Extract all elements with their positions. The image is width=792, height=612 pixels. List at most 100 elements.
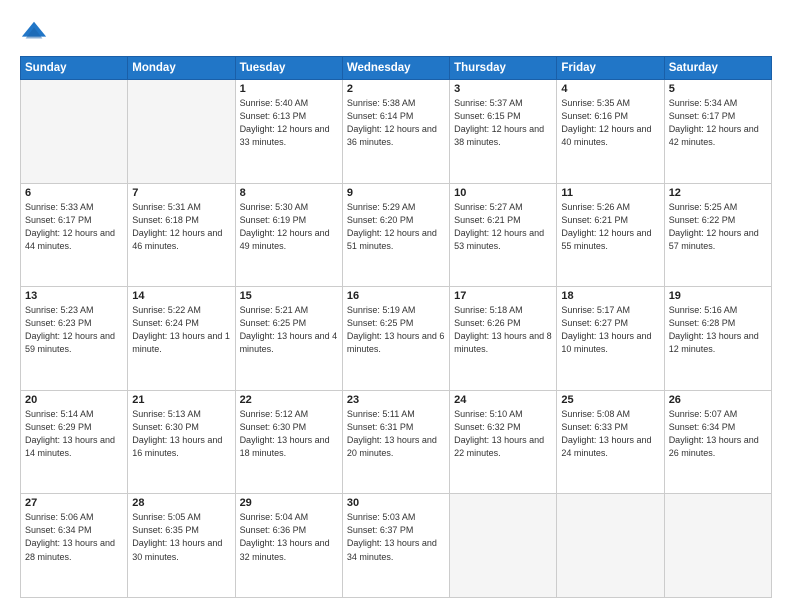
week-row-5: 27 Sunrise: 5:06 AM Sunset: 6:34 PM Dayli… xyxy=(21,494,772,598)
calendar-cell: 28 Sunrise: 5:05 AM Sunset: 6:35 PM Dayli… xyxy=(128,494,235,598)
weekday-header-row: SundayMondayTuesdayWednesdayThursdayFrid… xyxy=(21,57,772,80)
day-number: 10 xyxy=(454,187,552,199)
day-info: Sunrise: 5:31 AM Sunset: 6:18 PM Dayligh… xyxy=(132,201,230,253)
day-info: Sunrise: 5:26 AM Sunset: 6:21 PM Dayligh… xyxy=(561,201,659,253)
day-number: 13 xyxy=(25,290,123,302)
calendar-cell xyxy=(21,80,128,184)
calendar-cell xyxy=(450,494,557,598)
day-number: 27 xyxy=(25,497,123,509)
day-number: 6 xyxy=(25,187,123,199)
day-number: 7 xyxy=(132,187,230,199)
weekday-header-saturday: Saturday xyxy=(664,57,771,80)
weekday-header-thursday: Thursday xyxy=(450,57,557,80)
day-number: 17 xyxy=(454,290,552,302)
day-info: Sunrise: 5:38 AM Sunset: 6:14 PM Dayligh… xyxy=(347,97,445,149)
calendar-cell: 14Sunrise: 5:22 AM Sunset: 6:24 PM Dayli… xyxy=(128,287,235,391)
calendar-cell: 25 Sunrise: 5:08 AM Sunset: 6:33 PM Dayli… xyxy=(557,390,664,494)
day-number: 24 xyxy=(454,394,552,406)
calendar-cell xyxy=(128,80,235,184)
day-number: 19 xyxy=(669,290,767,302)
calendar-cell: 2 Sunrise: 5:38 AM Sunset: 6:14 PM Daylig… xyxy=(342,80,449,184)
calendar-cell: 7 Sunrise: 5:31 AM Sunset: 6:18 PM Daylig… xyxy=(128,183,235,287)
calendar-cell: 21 Sunrise: 5:13 AM Sunset: 6:30 PM Dayli… xyxy=(128,390,235,494)
day-info: Sunrise: 5:04 AM Sunset: 6:36 PM Dayligh… xyxy=(240,511,338,563)
calendar-cell: 16 Sunrise: 5:19 AM Sunset: 6:25 PM Dayli… xyxy=(342,287,449,391)
logo xyxy=(20,18,52,46)
weekday-header-monday: Monday xyxy=(128,57,235,80)
calendar-cell: 6 Sunrise: 5:33 AM Sunset: 6:17 PM Daylig… xyxy=(21,183,128,287)
day-info: Sunrise: 5:40 AM Sunset: 6:13 PM Dayligh… xyxy=(240,97,338,149)
calendar-cell: 5Sunrise: 5:34 AM Sunset: 6:17 PM Daylig… xyxy=(664,80,771,184)
week-row-1: 1 Sunrise: 5:40 AM Sunset: 6:13 PM Daylig… xyxy=(21,80,772,184)
day-info: Sunrise: 5:06 AM Sunset: 6:34 PM Dayligh… xyxy=(25,511,123,563)
calendar-cell: 19 Sunrise: 5:16 AM Sunset: 6:28 PM Dayli… xyxy=(664,287,771,391)
day-info: Sunrise: 5:25 AM Sunset: 6:22 PM Dayligh… xyxy=(669,201,767,253)
day-number: 1 xyxy=(240,83,338,95)
day-info: Sunrise: 5:10 AM Sunset: 6:32 PM Dayligh… xyxy=(454,408,552,460)
calendar-cell: 11Sunrise: 5:26 AM Sunset: 6:21 PM Dayli… xyxy=(557,183,664,287)
weekday-header-sunday: Sunday xyxy=(21,57,128,80)
calendar-cell: 4 Sunrise: 5:35 AM Sunset: 6:16 PM Daylig… xyxy=(557,80,664,184)
weekday-header-wednesday: Wednesday xyxy=(342,57,449,80)
page: SundayMondayTuesdayWednesdayThursdayFrid… xyxy=(0,0,792,612)
day-info: Sunrise: 5:14 AM Sunset: 6:29 PM Dayligh… xyxy=(25,408,123,460)
calendar-cell: 22Sunrise: 5:12 AM Sunset: 6:30 PM Dayli… xyxy=(235,390,342,494)
day-info: Sunrise: 5:13 AM Sunset: 6:30 PM Dayligh… xyxy=(132,408,230,460)
weekday-header-friday: Friday xyxy=(557,57,664,80)
day-number: 22 xyxy=(240,394,338,406)
calendar-cell: 20Sunrise: 5:14 AM Sunset: 6:29 PM Dayli… xyxy=(21,390,128,494)
calendar-cell: 3 Sunrise: 5:37 AM Sunset: 6:15 PM Daylig… xyxy=(450,80,557,184)
calendar-cell xyxy=(664,494,771,598)
day-number: 12 xyxy=(669,187,767,199)
day-number: 3 xyxy=(454,83,552,95)
day-info: Sunrise: 5:19 AM Sunset: 6:25 PM Dayligh… xyxy=(347,304,445,356)
logo-icon xyxy=(20,18,48,46)
day-info: Sunrise: 5:05 AM Sunset: 6:35 PM Dayligh… xyxy=(132,511,230,563)
calendar-cell: 15 Sunrise: 5:21 AM Sunset: 6:25 PM Dayli… xyxy=(235,287,342,391)
day-info: Sunrise: 5:23 AM Sunset: 6:23 PM Dayligh… xyxy=(25,304,123,356)
calendar-cell: 10 Sunrise: 5:27 AM Sunset: 6:21 PM Dayli… xyxy=(450,183,557,287)
day-info: Sunrise: 5:16 AM Sunset: 6:28 PM Dayligh… xyxy=(669,304,767,356)
day-number: 2 xyxy=(347,83,445,95)
calendar-cell: 23 Sunrise: 5:11 AM Sunset: 6:31 PM Dayli… xyxy=(342,390,449,494)
day-number: 28 xyxy=(132,497,230,509)
day-info: Sunrise: 5:35 AM Sunset: 6:16 PM Dayligh… xyxy=(561,97,659,149)
week-row-4: 20Sunrise: 5:14 AM Sunset: 6:29 PM Dayli… xyxy=(21,390,772,494)
day-number: 25 xyxy=(561,394,659,406)
day-info: Sunrise: 5:08 AM Sunset: 6:33 PM Dayligh… xyxy=(561,408,659,460)
day-info: Sunrise: 5:21 AM Sunset: 6:25 PM Dayligh… xyxy=(240,304,338,356)
day-number: 23 xyxy=(347,394,445,406)
day-number: 5 xyxy=(669,83,767,95)
calendar-cell: 9Sunrise: 5:29 AM Sunset: 6:20 PM Daylig… xyxy=(342,183,449,287)
day-number: 8 xyxy=(240,187,338,199)
day-info: Sunrise: 5:33 AM Sunset: 6:17 PM Dayligh… xyxy=(25,201,123,253)
calendar-cell: 17 Sunrise: 5:18 AM Sunset: 6:26 PM Dayli… xyxy=(450,287,557,391)
calendar-cell: 24 Sunrise: 5:10 AM Sunset: 6:32 PM Dayli… xyxy=(450,390,557,494)
week-row-2: 6 Sunrise: 5:33 AM Sunset: 6:17 PM Daylig… xyxy=(21,183,772,287)
day-info: Sunrise: 5:17 AM Sunset: 6:27 PM Dayligh… xyxy=(561,304,659,356)
day-number: 26 xyxy=(669,394,767,406)
day-number: 16 xyxy=(347,290,445,302)
day-number: 29 xyxy=(240,497,338,509)
day-info: Sunrise: 5:03 AM Sunset: 6:37 PM Dayligh… xyxy=(347,511,445,563)
calendar-cell: 18Sunrise: 5:17 AM Sunset: 6:27 PM Dayli… xyxy=(557,287,664,391)
calendar-cell: 29 Sunrise: 5:04 AM Sunset: 6:36 PM Dayli… xyxy=(235,494,342,598)
day-number: 21 xyxy=(132,394,230,406)
calendar-cell xyxy=(557,494,664,598)
calendar-cell: 8 Sunrise: 5:30 AM Sunset: 6:19 PM Daylig… xyxy=(235,183,342,287)
calendar-cell: 12 Sunrise: 5:25 AM Sunset: 6:22 PM Dayli… xyxy=(664,183,771,287)
day-info: Sunrise: 5:22 AM Sunset: 6:24 PM Dayligh… xyxy=(132,304,230,356)
calendar-cell: 13 Sunrise: 5:23 AM Sunset: 6:23 PM Dayli… xyxy=(21,287,128,391)
day-number: 4 xyxy=(561,83,659,95)
week-row-3: 13 Sunrise: 5:23 AM Sunset: 6:23 PM Dayli… xyxy=(21,287,772,391)
day-info: Sunrise: 5:11 AM Sunset: 6:31 PM Dayligh… xyxy=(347,408,445,460)
day-info: Sunrise: 5:29 AM Sunset: 6:20 PM Dayligh… xyxy=(347,201,445,253)
day-info: Sunrise: 5:27 AM Sunset: 6:21 PM Dayligh… xyxy=(454,201,552,253)
calendar-cell: 1 Sunrise: 5:40 AM Sunset: 6:13 PM Daylig… xyxy=(235,80,342,184)
day-number: 15 xyxy=(240,290,338,302)
calendar-cell: 26Sunrise: 5:07 AM Sunset: 6:34 PM Dayli… xyxy=(664,390,771,494)
day-info: Sunrise: 5:30 AM Sunset: 6:19 PM Dayligh… xyxy=(240,201,338,253)
day-info: Sunrise: 5:18 AM Sunset: 6:26 PM Dayligh… xyxy=(454,304,552,356)
day-info: Sunrise: 5:37 AM Sunset: 6:15 PM Dayligh… xyxy=(454,97,552,149)
weekday-header-tuesday: Tuesday xyxy=(235,57,342,80)
